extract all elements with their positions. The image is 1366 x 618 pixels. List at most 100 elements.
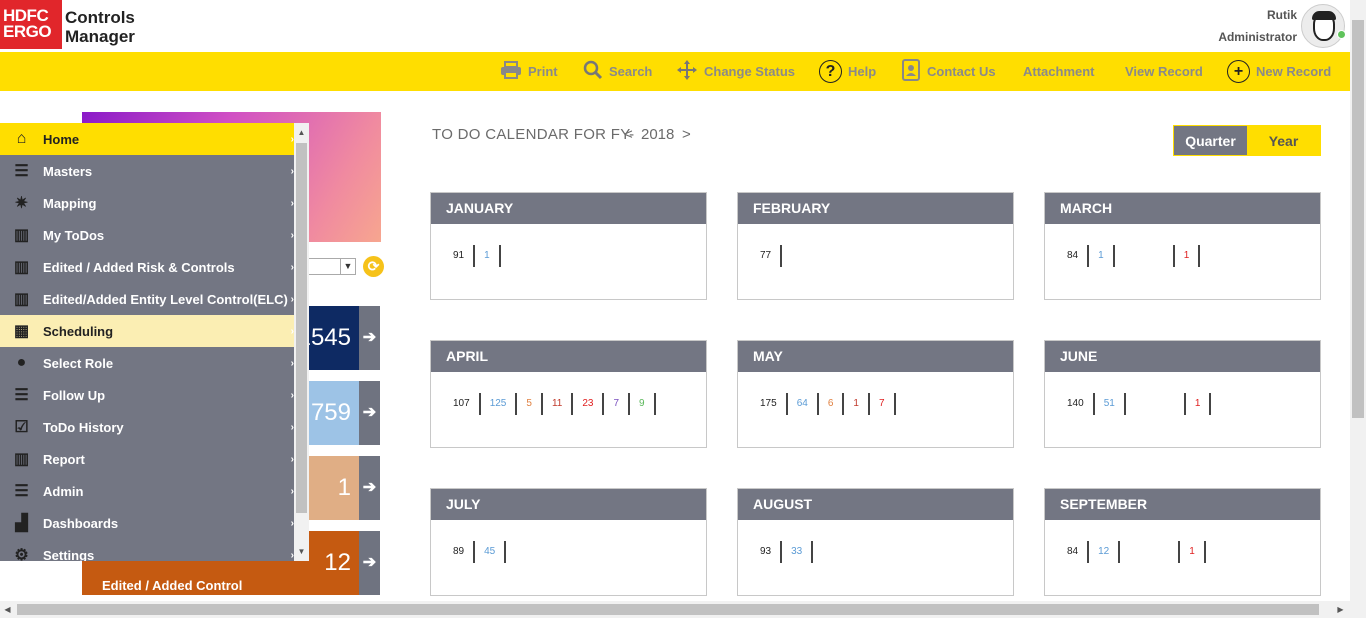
sidebar-item-follow-up[interactable]: ☰ Follow Up › bbox=[0, 379, 294, 411]
horizontal-scroll-thumb[interactable] bbox=[17, 604, 1319, 615]
scroll-right-icon[interactable]: ▶ bbox=[1333, 602, 1348, 617]
todo-count[interactable]: 91 bbox=[453, 245, 476, 267]
month-card[interactable]: MARCH 84 1 1 bbox=[1044, 192, 1321, 300]
todo-count[interactable]: 5 bbox=[517, 393, 543, 415]
month-card[interactable]: JUNE 140 51 1 bbox=[1044, 340, 1321, 448]
todo-count[interactable]: 45 bbox=[475, 541, 507, 563]
avatar-hair-icon bbox=[1312, 11, 1336, 20]
search-button[interactable]: Search bbox=[583, 52, 652, 91]
avatar[interactable] bbox=[1301, 4, 1345, 48]
todo-count[interactable]: 1 bbox=[1089, 245, 1115, 267]
month-card[interactable]: APRIL 107 125 5 11 23 7 9 bbox=[430, 340, 707, 448]
view-record-button[interactable]: View Record bbox=[1125, 52, 1203, 91]
month-card[interactable]: AUGUST 93 33 bbox=[737, 488, 1014, 596]
todo-count[interactable]: 7 bbox=[604, 393, 631, 415]
contact-us-button[interactable]: Contact Us bbox=[901, 52, 996, 91]
attachment-button[interactable]: Attachment bbox=[1023, 52, 1095, 91]
next-year-button[interactable]: > bbox=[682, 126, 691, 143]
menu-scrollbar[interactable]: ▲ ▼ bbox=[294, 123, 309, 561]
todo-count[interactable]: 175 bbox=[760, 393, 788, 415]
sidebar-item-my-todos[interactable]: ▥ My ToDos › bbox=[0, 219, 294, 251]
prev-year-button[interactable]: < bbox=[624, 126, 633, 143]
todo-count[interactable]: 125 bbox=[481, 393, 518, 415]
count-spacer bbox=[1115, 245, 1175, 267]
todo-count[interactable]: 1 bbox=[844, 393, 870, 415]
todo-count[interactable]: 9 bbox=[630, 393, 656, 415]
quarter-tab[interactable]: Quarter bbox=[1174, 126, 1247, 155]
vertical-scrollbar[interactable] bbox=[1350, 0, 1366, 618]
sidebar-item-select-role[interactable]: ● Select Role › bbox=[0, 347, 294, 379]
app-header: HDFC ERGO Controls Manager Rutik Adminis… bbox=[0, 0, 1350, 52]
list-icon: ☰ bbox=[14, 163, 29, 180]
sidebar-item-dashboards[interactable]: ▟ Dashboards › bbox=[0, 507, 294, 539]
month-name: SEPTEMBER bbox=[1045, 489, 1320, 520]
gear-icon: ⚙ bbox=[14, 547, 29, 561]
todo-count[interactable]: 1 bbox=[475, 245, 501, 267]
todo-count[interactable]: 77 bbox=[760, 245, 783, 267]
month-name: AUGUST bbox=[738, 489, 1013, 520]
todo-count[interactable]: 1 bbox=[1186, 393, 1212, 415]
arrow-right-icon[interactable]: ➔ bbox=[359, 306, 380, 370]
chart-icon: ▥ bbox=[13, 451, 30, 468]
todo-count[interactable]: 84 bbox=[1067, 541, 1090, 563]
todo-count[interactable]: 23 bbox=[573, 393, 605, 415]
todo-count[interactable]: 1 bbox=[1175, 245, 1201, 267]
arrow-right-icon[interactable]: ➔ bbox=[359, 456, 380, 520]
month-counts: 175 64 6 1 7 bbox=[760, 393, 896, 415]
todo-count[interactable]: 11 bbox=[543, 393, 574, 415]
arrow-right-icon[interactable]: ➔ bbox=[359, 531, 380, 595]
todo-count[interactable]: 107 bbox=[453, 393, 481, 415]
help-button[interactable]: ? Help bbox=[819, 52, 876, 91]
month-name: JULY bbox=[431, 489, 706, 520]
count-spacer bbox=[1120, 541, 1181, 563]
sidebar-item-scheduling[interactable]: ▦ Scheduling › bbox=[0, 315, 294, 347]
sidebar-item-home[interactable]: ⌂ Home › bbox=[0, 123, 294, 155]
new-record-button[interactable]: + New Record bbox=[1227, 52, 1331, 91]
sidebar-item-edited-added-entity-level-control-elc[interactable]: ▥ Edited/Added Entity Level Control(ELC) › bbox=[0, 283, 294, 315]
month-card[interactable]: MAY 175 64 6 1 7 bbox=[737, 340, 1014, 448]
month-card[interactable]: JULY 89 45 bbox=[430, 488, 707, 596]
change-status-button[interactable]: Change Status bbox=[676, 52, 795, 91]
tile-value: 12 bbox=[324, 549, 351, 576]
todo-count[interactable]: 51 bbox=[1095, 393, 1126, 415]
sidebar-item-settings[interactable]: ⚙ Settings › bbox=[0, 539, 294, 561]
app-title-line-2: Manager bbox=[65, 27, 135, 46]
chart-icon: ▥ bbox=[13, 291, 30, 308]
scroll-down-icon[interactable]: ▼ bbox=[294, 544, 309, 559]
todo-count[interactable]: 12 bbox=[1089, 541, 1121, 563]
month-counts: 93 33 bbox=[760, 541, 814, 563]
sidebar-item-admin[interactable]: ☰ Admin › bbox=[0, 475, 294, 507]
month-card[interactable]: SEPTEMBER 84 12 1 bbox=[1044, 488, 1321, 596]
todo-count[interactable]: 6 bbox=[819, 393, 845, 415]
todo-count[interactable]: 7 bbox=[870, 393, 896, 415]
calendar-icon: ▦ bbox=[13, 323, 30, 340]
scroll-up-icon[interactable]: ▲ bbox=[294, 125, 309, 140]
todo-count[interactable]: 84 bbox=[1067, 245, 1090, 267]
month-card[interactable]: FEBRUARY 77 bbox=[737, 192, 1014, 300]
todo-count[interactable]: 1 bbox=[1180, 541, 1206, 563]
month-card[interactable]: JANUARY 91 1 bbox=[430, 192, 707, 300]
sidebar-item-label: Edited/Added Entity Level Control(ELC) bbox=[43, 291, 288, 307]
todo-count[interactable]: 140 bbox=[1067, 393, 1095, 415]
scroll-left-icon[interactable]: ◀ bbox=[0, 602, 15, 617]
sidebar-item-report[interactable]: ▥ Report › bbox=[0, 443, 294, 475]
vertical-scroll-thumb[interactable] bbox=[1352, 20, 1364, 418]
sidebar-item-edited-added-risk-controls[interactable]: ▥ Edited / Added Risk & Controls › bbox=[0, 251, 294, 283]
menu-scroll-thumb[interactable] bbox=[296, 143, 307, 513]
arrow-right-icon[interactable]: ➔ bbox=[359, 381, 380, 445]
todo-count[interactable]: 64 bbox=[788, 393, 819, 415]
horizontal-scrollbar[interactable]: ◀ ▶ bbox=[0, 601, 1350, 618]
year-tab[interactable]: Year bbox=[1247, 126, 1320, 155]
checkbox-icon: ☑ bbox=[14, 419, 29, 436]
sidebar-item-masters[interactable]: ☰ Masters › bbox=[0, 155, 294, 187]
change-status-label: Change Status bbox=[704, 64, 796, 79]
chart-icon: ▥ bbox=[13, 227, 30, 244]
sidebar-item-todo-history[interactable]: ☑ ToDo History › bbox=[0, 411, 294, 443]
todo-count[interactable]: 33 bbox=[782, 541, 814, 563]
hdfc-ergo-logo[interactable]: HDFC ERGO bbox=[0, 0, 62, 49]
sidebar-item-mapping[interactable]: ✷ Mapping › bbox=[0, 187, 294, 219]
todo-count[interactable]: 93 bbox=[760, 541, 783, 563]
refresh-icon[interactable]: ⟳ bbox=[363, 256, 384, 277]
todo-count[interactable]: 89 bbox=[453, 541, 476, 563]
print-button[interactable]: Print bbox=[500, 52, 558, 91]
